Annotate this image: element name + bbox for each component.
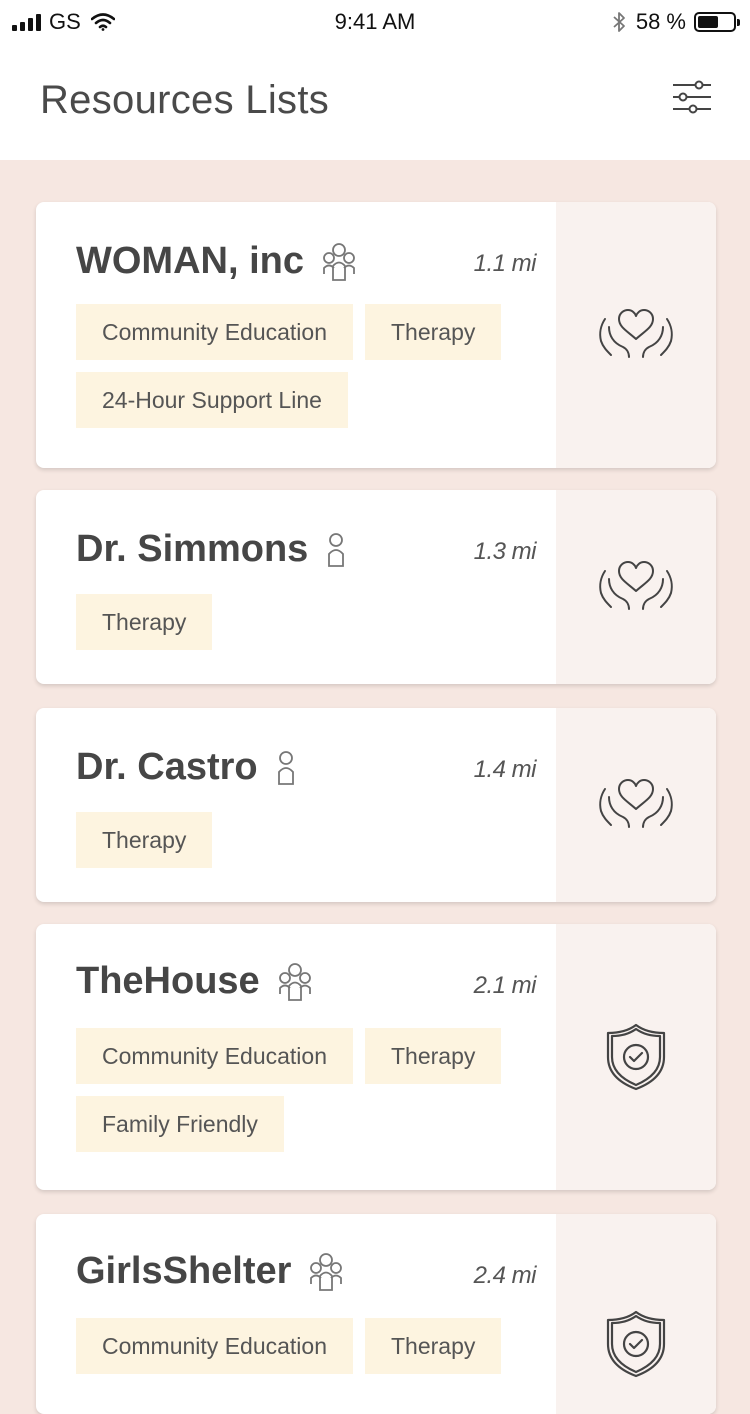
resource-card[interactable]: Dr. Castro 1.4 mi Therapy <box>36 708 716 902</box>
resource-name-row: Dr. Castro <box>76 746 296 789</box>
tag-list: Therapy <box>76 594 536 650</box>
heart-hands-icon <box>599 309 673 358</box>
status-right: 58 % <box>612 8 740 36</box>
resource-distance: 1.4 mi <box>473 756 537 783</box>
group-icon <box>309 1252 343 1292</box>
resource-distance: 1.3 mi <box>473 538 537 565</box>
resource-name: Dr. Castro <box>76 746 258 788</box>
header: Resources Lists <box>0 44 750 160</box>
resource-card[interactable]: TheHouse 2.1 mi Community Education Ther… <box>36 924 716 1190</box>
category-panel <box>556 708 716 902</box>
resource-name-row: WOMAN, inc <box>76 240 356 283</box>
resource-distance: 2.4 mi <box>473 1262 537 1289</box>
resource-name-row: TheHouse <box>76 960 312 1003</box>
tag: 24-Hour Support Line <box>76 372 348 428</box>
category-panel <box>556 1214 716 1414</box>
resource-name-row: Dr. Simmons <box>76 528 346 571</box>
heart-hands-icon <box>599 561 673 610</box>
tag: Community Education <box>76 304 353 360</box>
resource-name: WOMAN, inc <box>76 240 304 282</box>
battery-level <box>698 16 718 28</box>
resource-distance: 1.1 mi <box>473 250 537 277</box>
group-icon <box>278 962 312 1002</box>
tag: Community Education <box>76 1028 353 1084</box>
battery-icon <box>694 12 740 32</box>
tag: Therapy <box>76 594 213 650</box>
resource-card[interactable]: WOMAN, inc 1.1 mi Community Education Th… <box>36 202 716 468</box>
resource-name: GirlsShelter <box>76 1250 292 1292</box>
sliders-icon <box>673 80 711 114</box>
resource-name: TheHouse <box>76 960 260 1002</box>
person-icon <box>326 532 346 568</box>
shield-check-icon <box>606 1023 666 1091</box>
page-title: Resources Lists <box>40 78 330 122</box>
tag-list: Community Education Therapy 24-Hour Supp… <box>76 304 536 428</box>
category-panel <box>556 490 716 684</box>
resource-name: Dr. Simmons <box>76 528 309 570</box>
resource-card[interactable]: Dr. Simmons 1.3 mi Therapy <box>36 490 716 684</box>
tag: Therapy <box>76 812 213 868</box>
tag: Therapy <box>365 1318 502 1374</box>
shield-check-icon <box>606 1310 666 1378</box>
tag-list: Therapy <box>76 812 536 868</box>
filter-button[interactable] <box>668 74 714 120</box>
resource-name-row: GirlsShelter <box>76 1250 343 1293</box>
group-icon <box>322 242 356 282</box>
status-bar: GS 9:41 AM 58 % <box>0 0 750 44</box>
bluetooth-icon <box>613 12 625 32</box>
heart-hands-icon <box>599 779 673 828</box>
category-panel <box>556 924 716 1190</box>
tag: Family Friendly <box>76 1096 284 1152</box>
person-icon <box>276 750 296 786</box>
resource-distance: 2.1 mi <box>473 972 537 999</box>
category-panel <box>556 202 716 468</box>
tag: Therapy <box>365 304 502 360</box>
resource-card[interactable]: GirlsShelter 2.4 mi Community Education … <box>36 1214 716 1414</box>
tag: Community Education <box>76 1318 353 1374</box>
battery-percent: 58 % <box>635 9 686 34</box>
tag-list: Community Education Therapy <box>76 1318 536 1374</box>
tag: Therapy <box>365 1028 502 1084</box>
tag-list: Community Education Therapy Family Frien… <box>76 1028 536 1152</box>
